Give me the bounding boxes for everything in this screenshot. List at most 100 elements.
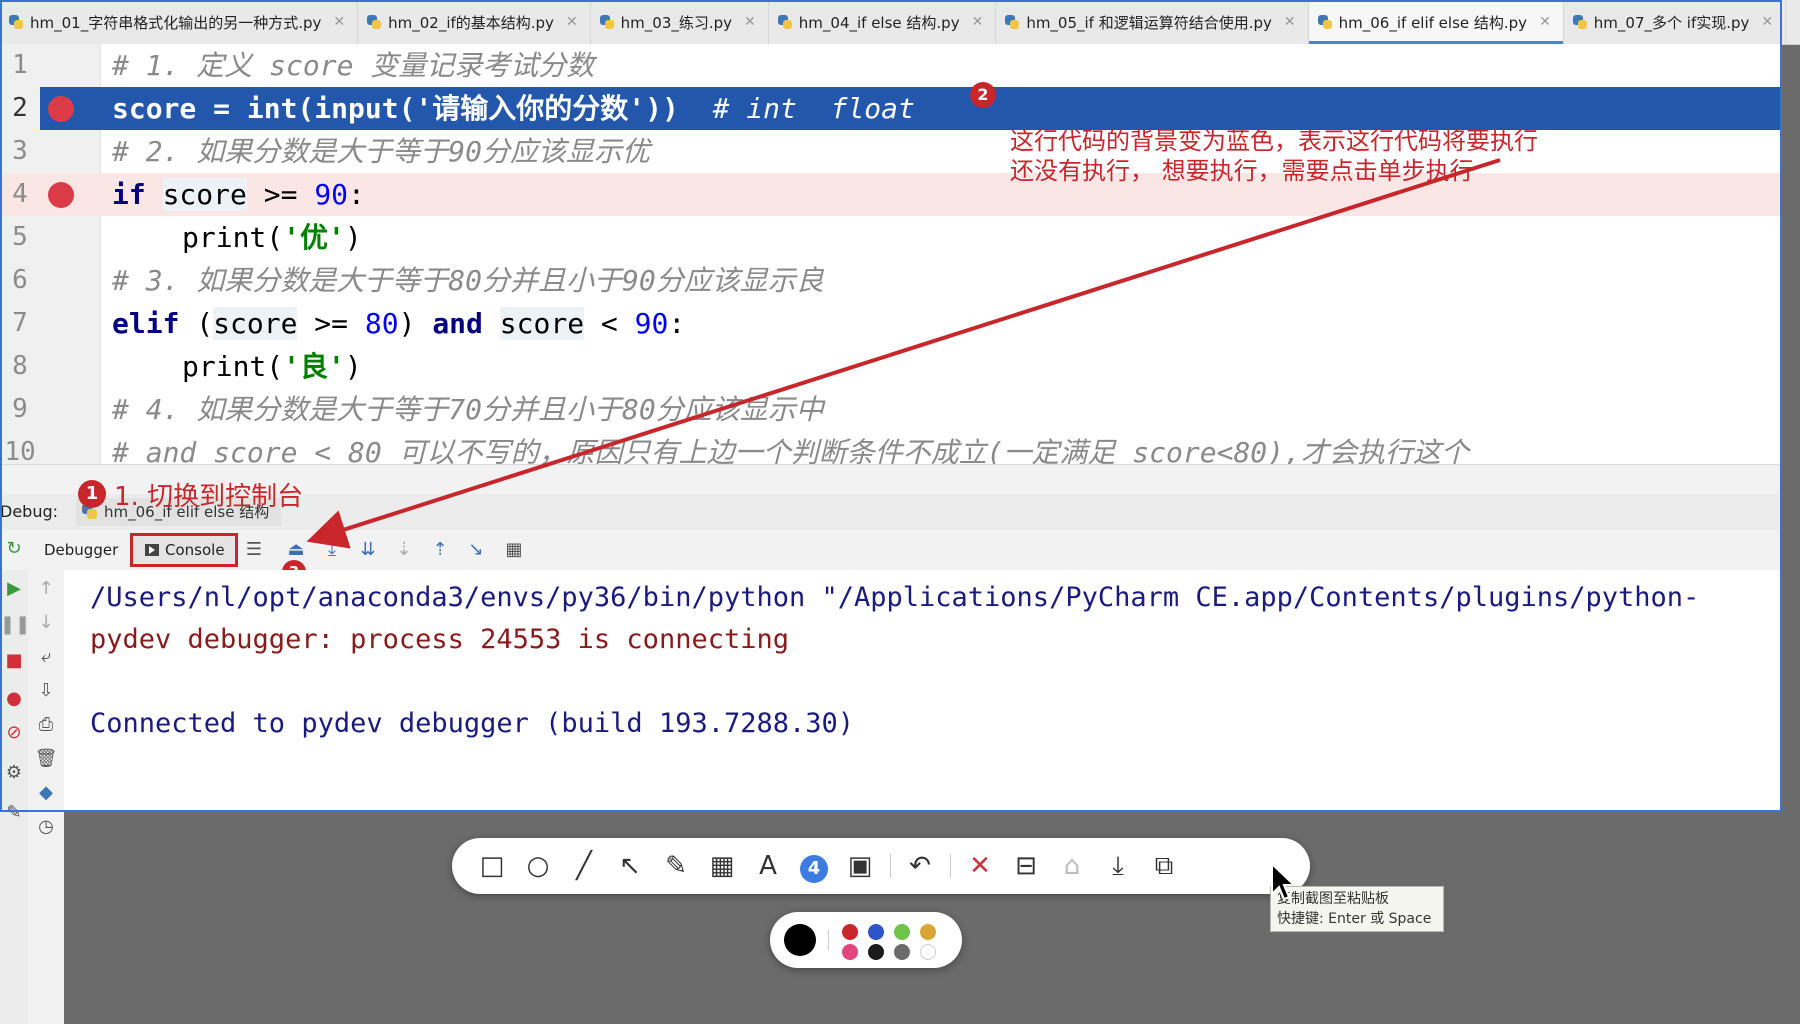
code-line[interactable]: 10 # and score < 80 可以不写的，原因只有上边一个判断条件不成… — [0, 431, 1782, 464]
text-icon[interactable]: A — [752, 850, 784, 882]
rectangle-icon[interactable]: □ — [476, 850, 508, 882]
up-arrow-icon[interactable]: ↑ — [32, 578, 60, 599]
view-breakpoints-icon[interactable]: ● — [0, 688, 28, 709]
color-swatch-green[interactable] — [894, 924, 910, 940]
step-into-my-code-icon[interactable]: ⇣ — [392, 538, 416, 562]
frames-menu-icon[interactable]: ☰ — [242, 538, 266, 562]
tooltip-line: 快捷键: Enter 或 Space — [1277, 911, 1432, 927]
window-icon[interactable]: ⊟ — [1010, 850, 1042, 882]
color-swatch-black[interactable] — [868, 944, 884, 960]
code-call: print( — [182, 350, 284, 383]
show-execution-point-icon[interactable]: ⏏ — [284, 538, 308, 562]
punctuation: ) — [398, 307, 433, 340]
tab-label: hm_07_多个 if实现.py — [1593, 13, 1750, 32]
close-icon[interactable]: ✕ — [1761, 14, 1773, 30]
close-icon[interactable]: ✕ — [744, 14, 756, 30]
color-swatch-gray[interactable] — [894, 944, 910, 960]
highlight-frame-icon[interactable]: ▣ — [844, 850, 876, 882]
current-color-swatch[interactable] — [784, 924, 816, 956]
step-into-icon[interactable]: ⇊ — [356, 538, 380, 562]
rerun-icon[interactable]: ↻ — [0, 538, 28, 559]
tab-debugger[interactable]: Debugger — [34, 536, 128, 564]
color-swatch-red[interactable] — [842, 924, 858, 940]
trash-icon[interactable]: 🗑 — [32, 748, 60, 769]
color-swatch-white[interactable] — [920, 944, 936, 960]
tab-label: hm_06_if elif else 结构.py — [1338, 13, 1528, 32]
python-file-icon — [366, 14, 382, 30]
tab-hm02[interactable]: hm_02_if的基本结构.py ✕ — [358, 0, 591, 44]
number-literal: 90 — [314, 178, 349, 211]
pin-to-screen-icon[interactable]: ⌂ — [1056, 850, 1088, 882]
run-to-cursor-icon[interactable]: ↘ — [464, 538, 488, 562]
history-icon[interactable]: ◷ — [32, 816, 60, 837]
code-line-current-execution[interactable]: 2 score = int(input('请输入你的分数')) # int fl… — [0, 87, 1782, 130]
color-swatch-pink[interactable] — [842, 944, 858, 960]
punctuation: ( — [179, 307, 214, 340]
tooltip-line: 复制截图至粘贴板 — [1277, 891, 1389, 907]
number-marker-icon: 4 — [800, 855, 828, 883]
line-number: 4 — [12, 179, 28, 209]
code-line[interactable]: 8 print('良') — [0, 345, 1782, 388]
step-out-icon[interactable]: ⇡ — [428, 538, 452, 562]
tab-hm06[interactable]: hm_06_if elif else 结构.py ✕ — [1308, 0, 1564, 44]
number-marker-button[interactable]: 4 — [798, 850, 830, 883]
close-icon[interactable]: ✕ — [1284, 14, 1296, 30]
print-icon[interactable]: ⎙ — [32, 714, 60, 735]
tab-hm07[interactable]: hm_07_多个 if实现.py ✕ — [1564, 0, 1787, 44]
scroll-to-end-icon[interactable]: ⇩ — [32, 680, 60, 701]
annotation-1-text: 1. 切换到控制台 — [114, 481, 304, 512]
python-file-icon — [1317, 14, 1333, 30]
cancel-icon[interactable]: ✕ — [964, 850, 996, 882]
code-line[interactable]: 5 print('优') — [0, 216, 1782, 259]
pause-icon[interactable]: ❚❚ — [0, 614, 30, 635]
color-swatch-orange[interactable] — [920, 924, 936, 940]
arrow-icon[interactable]: ↖ — [614, 850, 646, 882]
mute-breakpoints-icon[interactable]: ⊘ — [0, 722, 28, 743]
undo-icon[interactable]: ↶ — [904, 850, 936, 882]
code-editor[interactable]: 1 # 1. 定义 score 变量记录考试分数 2 score = int(i… — [0, 44, 1782, 464]
pin-icon[interactable]: ✎ — [0, 802, 28, 823]
tab-hm01[interactable]: hm_01_字符串格式化输出的另一种方式.py ✕ — [0, 0, 359, 44]
down-arrow-icon[interactable]: ↓ — [32, 612, 60, 633]
tab-console[interactable]: Console — [130, 533, 238, 567]
tab-label: hm_04_if else 结构.py — [798, 13, 960, 32]
settings-icon[interactable]: ⚙ — [0, 762, 28, 783]
close-icon[interactable]: ✕ — [972, 14, 984, 30]
code-text: if score >= 90: — [112, 173, 365, 216]
color-swatch-blue[interactable] — [868, 924, 884, 940]
punctuation: : — [668, 307, 686, 340]
ellipse-icon[interactable]: ○ — [522, 850, 554, 882]
code-text: print('优') — [182, 216, 362, 259]
python-file-icon — [1572, 14, 1588, 30]
line-number: 1 — [12, 50, 28, 80]
breakpoint-icon[interactable] — [48, 96, 74, 122]
code-line[interactable]: 1 # 1. 定义 score 变量记录考试分数 — [0, 44, 1782, 87]
step-over-icon[interactable]: ⤓ — [320, 538, 344, 562]
evaluate-expression-icon[interactable]: ▦ — [502, 538, 526, 562]
copy-to-clipboard-icon[interactable]: ⧉ — [1148, 850, 1180, 882]
resume-icon[interactable]: ▶ — [0, 578, 28, 599]
code-line[interactable]: 9 # 4. 如果分数是大于等于70分并且小于80分应该显示中 — [0, 388, 1782, 431]
download-icon[interactable]: ⤓ — [1102, 850, 1134, 882]
pencil-icon[interactable]: ✎ — [660, 850, 692, 882]
debug-label: Debug: — [0, 502, 59, 521]
console-output[interactable]: /Users/nl/opt/anaconda3/envs/py36/bin/py… — [64, 570, 1782, 810]
tab-hm03[interactable]: hm_03_练习.py ✕ — [591, 0, 769, 44]
code-line[interactable]: 7 elif (score >= 80) and score < 90: — [0, 302, 1782, 345]
code-line[interactable]: 6 # 3. 如果分数是大于等于80分并且小于90分应该显示良 — [0, 259, 1782, 302]
close-icon[interactable]: ✕ — [1539, 14, 1551, 30]
breakpoint-icon[interactable] — [48, 182, 74, 208]
string-literal: '良' — [283, 350, 345, 383]
mosaic-icon[interactable]: ▦ — [706, 850, 738, 882]
tab-hm04[interactable]: hm_04_if else 结构.py ✕ — [769, 0, 997, 44]
soft-wrap-icon[interactable]: ⤶ — [32, 646, 60, 667]
code-text: # 4. 如果分数是大于等于70分并且小于80分应该显示中 — [112, 388, 824, 431]
stop-icon[interactable]: ■ — [0, 650, 28, 671]
line-icon[interactable]: ╱ — [568, 850, 600, 882]
tab-hm05[interactable]: hm_05_if 和逻辑运算符结合使用.py ✕ — [996, 0, 1309, 44]
close-icon[interactable]: ✕ — [333, 14, 345, 30]
annotation-2-text: 这行代码的背景变为蓝色，表示这行代码将要执行 还没有执行， 想要执行，需要点击单… — [1010, 127, 1538, 185]
python-console-icon[interactable]: ◆ — [32, 782, 60, 803]
close-icon[interactable]: ✕ — [566, 14, 578, 30]
